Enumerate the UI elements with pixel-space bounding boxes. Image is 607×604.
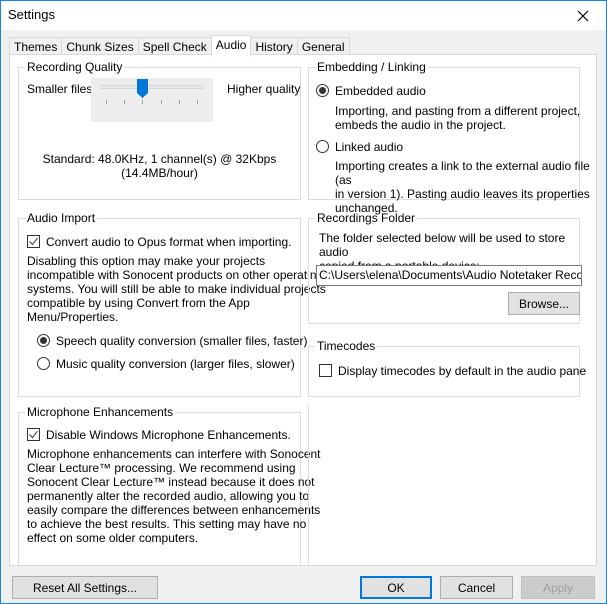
- close-button[interactable]: [560, 1, 606, 30]
- description-line: Disabling this option may make your proj…: [27, 254, 266, 268]
- display-timecodes-label[interactable]: Display timecodes by default in the audi…: [338, 364, 586, 378]
- display-timecodes-checkbox[interactable]: [319, 364, 332, 377]
- quality-description-line1: Standard: 48.0KHz, 1 channel(s) @ 32Kbps: [42, 152, 277, 166]
- ok-button[interactable]: OK: [360, 576, 432, 599]
- linked-audio-radio[interactable]: [316, 140, 329, 153]
- microphone-enhancements-title: Microphone Enhancements: [27, 405, 174, 419]
- convert-opus-label[interactable]: Convert audio to Opus format when import…: [46, 235, 291, 249]
- description-line: Importing creates a link to the external…: [335, 159, 590, 187]
- embedded-audio-radio[interactable]: [316, 84, 329, 97]
- tab-audio[interactable]: Audio: [210, 35, 252, 57]
- recording-quality-title: Recording Quality: [27, 60, 123, 74]
- speech-quality-label[interactable]: Speech quality conversion (smaller files…: [56, 334, 307, 348]
- divider: [308, 405, 309, 565]
- description-line: compatible by using Convert from the App: [27, 296, 250, 310]
- linked-audio-label[interactable]: Linked audio: [335, 140, 403, 154]
- quality-description: Standard: 48.0KHz, 1 channel(s) @ 32Kbps…: [18, 152, 301, 180]
- description-line: incompatible with Sonocent products on o…: [27, 268, 324, 282]
- description-line: to achieve the best results. This settin…: [27, 517, 307, 531]
- description-line: in version 1). Pasting audio leaves its …: [335, 187, 590, 201]
- music-quality-radio[interactable]: [37, 357, 50, 370]
- reset-all-settings-button[interactable]: Reset All Settings...: [12, 576, 158, 599]
- scrollbar-strip: [598, 54, 606, 566]
- description-line: Microphone enhancements can interfere wi…: [27, 447, 321, 461]
- embedding-linking-title: Embedding / Linking: [317, 60, 426, 74]
- description-line: The folder selected below will be used t…: [319, 231, 566, 259]
- slider-thumb[interactable]: [137, 79, 149, 98]
- settings-window: Settings Themes Chunk Sizes Spell Check …: [0, 0, 607, 604]
- audio-import-description: Disabling this option may make your proj…: [27, 254, 326, 324]
- linked-audio-description: Importing creates a link to the external…: [335, 159, 596, 215]
- description-line: Menu/Properties.: [27, 310, 119, 324]
- convert-opus-checkbox[interactable]: [27, 235, 40, 248]
- quality-description-line2: (14.4MB/hour): [121, 166, 198, 180]
- slider-tick: [178, 100, 180, 104]
- slider-tick: [160, 100, 162, 104]
- description-line: embeds the audio in the project.: [335, 118, 506, 132]
- window-title: Settings: [8, 7, 55, 22]
- description-line: Clear Lecture™ processing. We recommend …: [27, 461, 296, 475]
- description-line: permanently alter the recorded audio, al…: [27, 489, 310, 503]
- close-icon: [577, 10, 589, 21]
- microphone-description: Microphone enhancements can interfere wi…: [27, 447, 321, 545]
- description-line: effect on some older computers.: [27, 531, 199, 545]
- tab-strip: Themes Chunk Sizes Spell Check Audio His…: [9, 35, 350, 57]
- music-quality-label[interactable]: Music quality conversion (larger files, …: [56, 357, 295, 371]
- embedded-audio-description: Importing, and pasting from a different …: [335, 104, 580, 132]
- audio-import-title: Audio Import: [27, 211, 96, 225]
- slider-tick: [197, 100, 198, 104]
- slider-tick: [142, 100, 144, 104]
- quality-slider[interactable]: [91, 78, 213, 122]
- description-line: systems. You will still be able to make …: [27, 282, 326, 296]
- slider-tick: [106, 100, 107, 104]
- audio-tab-panel: Recording Quality Smaller files Higher q…: [9, 54, 597, 566]
- timecodes-title: Timecodes: [317, 339, 376, 353]
- description-line: easily compare the differences between e…: [27, 503, 321, 517]
- disable-mic-enhancements-checkbox[interactable]: [27, 428, 40, 441]
- higher-quality-label: Higher quality: [227, 82, 301, 96]
- title-bar: Settings: [1, 1, 606, 30]
- apply-button[interactable]: Apply: [521, 576, 595, 599]
- checkmark-icon: [29, 237, 38, 246]
- browse-button[interactable]: Browse...: [508, 292, 580, 315]
- recordings-folder-path-input[interactable]: C:\Users\elena\Documents\Audio Notetaker…: [316, 265, 582, 286]
- recordings-folder-title: Recordings Folder: [317, 211, 416, 225]
- slider-track: [100, 85, 203, 89]
- description-line: Importing, and pasting from a different …: [335, 104, 581, 118]
- speech-quality-radio[interactable]: [37, 334, 50, 347]
- smaller-files-label: Smaller files: [27, 82, 93, 96]
- embedded-audio-label[interactable]: Embedded audio: [335, 84, 426, 98]
- disable-mic-enhancements-label[interactable]: Disable Windows Microphone Enhancements.: [46, 428, 291, 442]
- slider-tick: [124, 100, 126, 104]
- cancel-button[interactable]: Cancel: [440, 576, 513, 599]
- checkmark-icon: [29, 430, 38, 439]
- description-line: Sonocent Clear Lecture™ instead because …: [27, 475, 315, 489]
